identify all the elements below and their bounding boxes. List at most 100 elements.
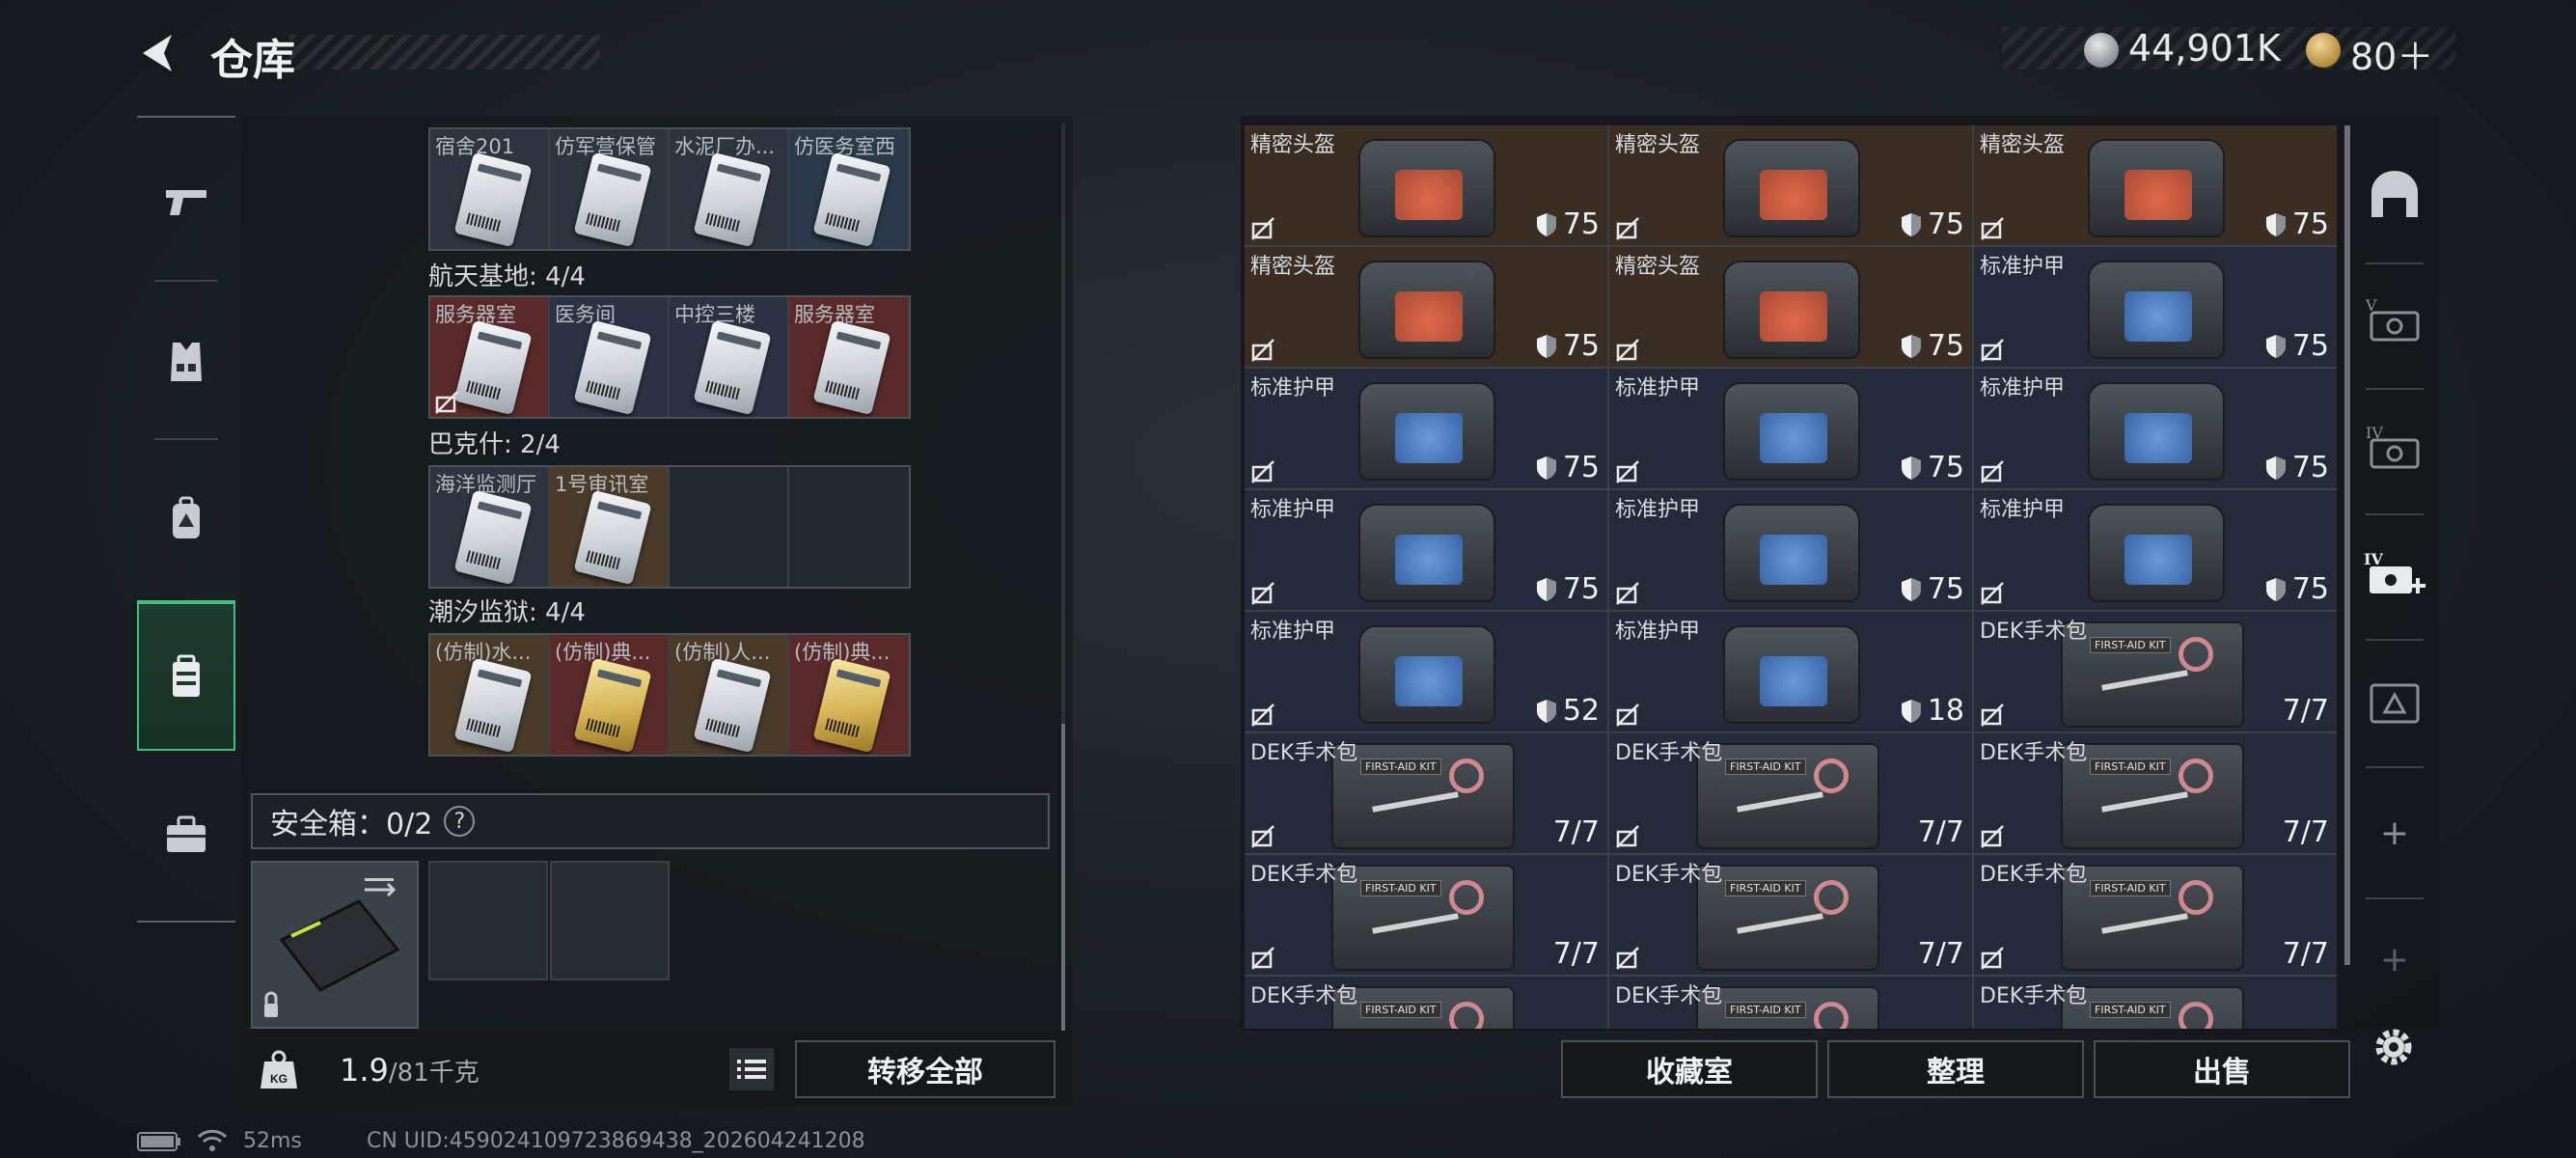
inventory-slot[interactable]: FIRST-AID KIT DEK手术包 7/7 [1974,855,2337,975]
armor-icon [1712,504,1872,602]
durability-shield-icon [2265,455,2286,480]
list-view-button[interactable] [729,1048,774,1090]
inventory-slot[interactable]: 标准护甲 75 [1245,490,1607,610]
item-value: 75 [1536,572,1600,606]
inventory-slot[interactable]: FIRST-AID KIT DEK手术包 7/7 [1245,855,1607,975]
keycard-slot[interactable]: 服务器室 [430,297,550,417]
keycard-slot[interactable]: 水泥厂办... [670,129,789,249]
safe-box-item[interactable] [251,861,419,1029]
keycard-slot[interactable]: 服务器室 [789,297,909,417]
keycard-slot[interactable]: 仿医务室西 [789,129,909,249]
inventory-slot[interactable]: 标准护甲 52 [1245,612,1607,731]
item-name: 精密头盔 [1250,133,1336,157]
keycard-slot[interactable]: (仿制)典... [550,635,670,755]
durability-shield-icon [1901,577,1921,601]
nav-backpacks[interactable] [137,446,235,591]
inventory-slot[interactable]: FIRST-AID KIT DEK手术包 7/7 [1245,733,1607,853]
inventory-slot[interactable]: 标准护甲 75 [1974,247,2337,367]
tab-helmets[interactable] [2356,131,2433,257]
inventory-slot[interactable]: FIRST-AID KIT DEK手术包 [1609,977,1972,1029]
tab-case-iv[interactable]: IV [2356,384,2433,510]
item-name: DEK手术包 [1250,863,1358,887]
inventory-scrollbar[interactable] [2344,125,2350,965]
no-trade-icon [1981,703,2004,727]
sell-button[interactable]: 出售 [2094,1040,2350,1098]
inventory-slot[interactable]: 精密头盔 75 [1609,125,1972,245]
gold-amount[interactable]: 80＋ [2350,27,2433,80]
item-name: 标准护甲 [1980,498,2066,522]
help-button[interactable]: ? [444,806,476,837]
tab-case-locked[interactable] [2356,639,2433,764]
inventory-slot[interactable]: 标准护甲 18 [1609,612,1972,731]
durability-shield-icon [2265,212,2286,236]
collection-room-button[interactable]: 收藏室 [1561,1040,1818,1098]
inventory-slot[interactable]: FIRST-AID KIT DEK手术包 7/7 [1974,612,2337,731]
settings-gear-icon[interactable] [2370,1023,2418,1071]
no-trade-icon [1251,825,1274,848]
keycard-slot[interactable]: (仿制)人... [670,635,789,755]
empty-keycard-slot[interactable] [670,467,789,587]
silver-coin-icon [2084,33,2119,68]
inventory-slot[interactable]: FIRST-AID KIT DEK手术包 7/7 [1974,733,2337,853]
inventory-slot[interactable]: 精密头盔 75 [1245,247,1607,367]
no-trade-icon [1981,217,2004,240]
weight-current: 1.9 [340,1052,389,1089]
keycard-icon [812,319,891,416]
item-value: 7/7 [1917,937,1964,971]
keycard-slot[interactable]: 海洋监测厅 [430,467,550,587]
keycard-icon [693,152,772,248]
keycard-icon [573,489,652,586]
inventory-slot[interactable]: 标准护甲 75 [1609,490,1972,610]
case-iv-icon: IV [2366,424,2420,469]
inventory-slot[interactable]: 精密头盔 75 [1974,125,2337,245]
inventory-slot[interactable]: FIRST-AID KIT DEK手术包 [1974,977,2337,1029]
keycard-slot[interactable]: (仿制)典... [789,635,909,755]
section-label-hangtian: 航天基地: 4/4 [428,262,586,291]
inventory-slot[interactable]: 标准护甲 75 [1974,369,2337,488]
no-trade-icon [1616,947,1639,970]
back-icon[interactable] [135,29,183,77]
keycard-slot[interactable]: 中控三楼 [670,297,789,417]
plus-icon: + [2379,813,2410,853]
nav-weapons[interactable] [137,129,235,274]
safe-box-slot[interactable] [428,861,548,980]
empty-keycard-slot[interactable] [789,467,909,587]
inventory-slot[interactable]: FIRST-AID KIT DEK手术包 [1245,977,1607,1029]
keycard-icon [573,152,652,248]
safe-box-header: 安全箱：0/2 ? [251,793,1050,849]
tab-case-v[interactable]: V [2356,257,2433,382]
inventory-slot[interactable]: 精密头盔 75 [1609,247,1972,367]
surgery-kit-icon: FIRST-AID KIT [1331,986,1515,1029]
inventory-slot[interactable]: FIRST-AID KIT DEK手术包 7/7 [1609,733,1972,853]
inventory-slot[interactable]: 标准护甲 75 [1974,490,2337,610]
keycard-slot[interactable]: 仿军营保管 [550,129,670,249]
safe-box-slot[interactable] [550,861,670,980]
inventory-slot[interactable]: 标准护甲 75 [1609,369,1972,488]
transfer-all-button[interactable]: 转移全部 [795,1040,1055,1098]
inventory-slot[interactable]: FIRST-AID KIT DEK手术包 7/7 [1609,855,1972,975]
left-scrollbar-thumb[interactable] [1061,724,1065,1031]
durability-shield-icon [1536,212,1556,236]
inventory-slot[interactable]: 精密头盔 75 [1245,125,1607,245]
nav-tools[interactable] [137,762,235,907]
keycard-icon [693,319,772,416]
keycard-slot[interactable]: 1号审讯室 [550,467,670,587]
weight-max: /81千克 [388,1059,480,1088]
keycard-slot[interactable]: 医务间 [550,297,670,417]
item-name: 精密头盔 [1615,133,1701,157]
keycard-icon [573,319,652,416]
organize-button[interactable]: 整理 [1827,1040,2084,1098]
case-v-icon: V [2366,296,2420,342]
tab-case-iv-plus[interactable]: IV [2356,511,2433,637]
keycard-slot[interactable]: 宿舍201 [430,129,550,249]
durability-shield-icon [1536,577,1556,601]
no-trade-icon [1616,582,1639,605]
add-tab-button[interactable]: + [2356,770,2433,896]
inventory-slot[interactable]: 标准护甲 75 [1245,369,1607,488]
no-trade-icon [1616,460,1639,483]
nav-vests[interactable] [137,290,235,434]
item-name: 标准护甲 [1250,620,1336,644]
add-tab-button[interactable]: + [2356,901,2433,1017]
keycard-slot[interactable]: (仿制)水... [430,635,550,755]
nav-keycards[interactable] [137,600,235,751]
